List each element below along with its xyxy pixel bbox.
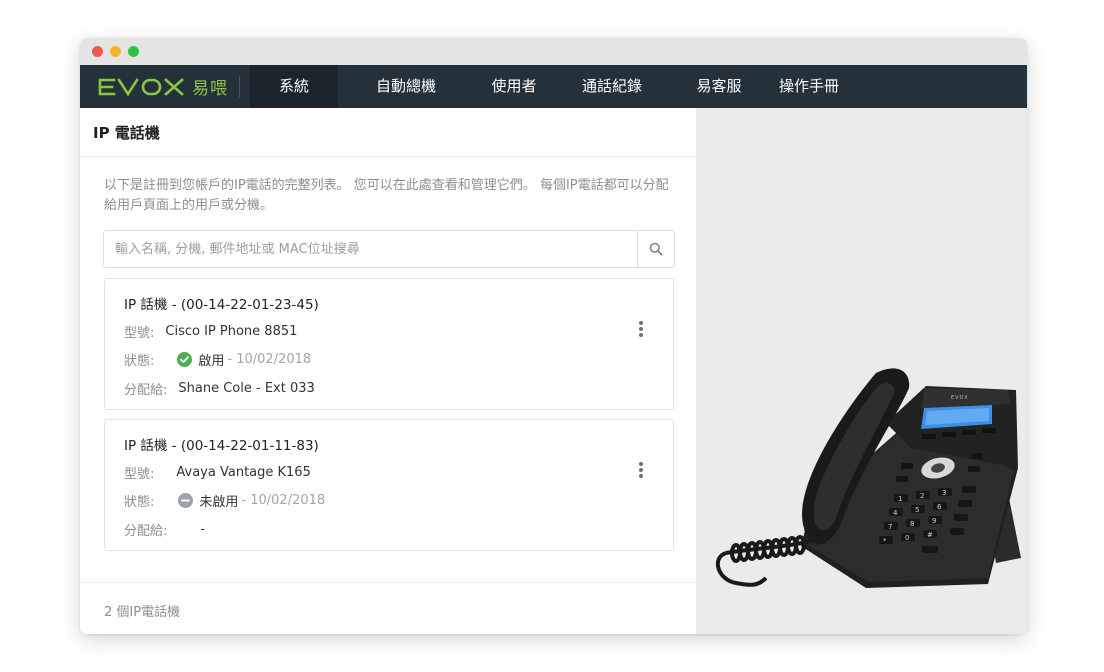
status-value: 未啟用 <box>199 495 239 510</box>
assigned-value: Shane Cole - Ext 033 <box>178 381 315 396</box>
keypad-key: 1 <box>898 495 902 503</box>
assigned-label: 分配給: <box>124 383 168 398</box>
footer-divider <box>80 582 696 583</box>
search-input[interactable] <box>104 231 624 267</box>
keypad-key: 5 <box>915 506 919 514</box>
keypad-key: 4 <box>893 509 898 517</box>
minimize-window-button[interactable] <box>110 46 121 57</box>
page-description: 以下是註冊到您帳戶的IP電話的完整列表。 您可以在此處查看和管理它們。 每個IP… <box>104 178 669 213</box>
status-date: - 10/02/2018 <box>241 493 326 508</box>
nav-item-system[interactable]: 系統 <box>250 65 338 108</box>
phone-card-title: IP 話機 - (00-14-22-01-11-83) <box>124 438 319 454</box>
maximize-window-button[interactable] <box>128 46 139 57</box>
keypad-key: 3 <box>942 489 946 497</box>
keypad-key: 0 <box>905 534 909 542</box>
phone-card: IP 話機 - (00-14-22-01-23-45) 型號: Cisco IP… <box>104 278 674 410</box>
evox-wordmark-icon <box>98 77 184 96</box>
phone-preview-panel: EVOX 1 2 3 4 5 6 7 8 9 * 0 # <box>696 108 1027 634</box>
model-value: Cisco IP Phone 8851 <box>165 324 298 339</box>
phone-brand-text: EVOX <box>951 395 969 401</box>
title-divider <box>80 156 696 157</box>
assigned-label: 分配給: <box>124 524 168 539</box>
evox-logo[interactable]: 易喂 <box>98 65 248 108</box>
keypad-key: # <box>927 531 933 539</box>
more-options-icon[interactable] <box>639 321 643 337</box>
app-window: 易喂 系統 自動總機 使用者 通話紀錄 易客服 操作手冊 IP 電話機 以下是註… <box>80 38 1027 634</box>
model-label: 型號: <box>124 326 155 341</box>
phone-status-row: 狀態: 啟用 - 10/02/2018 <box>124 350 311 369</box>
phone-assigned-row: 分配給: Shane Cole - Ext 033 <box>124 379 315 398</box>
close-window-button[interactable] <box>92 46 103 57</box>
status-date: - 10/02/2018 <box>227 352 312 367</box>
phone-assigned-row: 分配給: - <box>124 520 205 539</box>
status-label: 狀態: <box>124 354 155 369</box>
assigned-value: - <box>200 522 206 537</box>
minus-circle-icon <box>178 493 194 508</box>
model-label: 型號: <box>124 467 155 482</box>
nav-item-users[interactable]: 使用者 <box>480 65 548 108</box>
search-box <box>103 230 675 268</box>
logo-separator <box>239 76 240 97</box>
status-label: 狀態: <box>124 495 155 510</box>
keypad-key: 8 <box>910 520 914 528</box>
keypad-key: 9 <box>932 517 936 525</box>
check-circle-icon <box>177 352 193 367</box>
model-value: Avaya Vantage K165 <box>176 465 311 480</box>
nav-item-call-records[interactable]: 通話紀錄 <box>572 65 652 108</box>
keypad-key: 2 <box>920 492 924 500</box>
phone-card-title: IP 話機 - (00-14-22-01-23-45) <box>124 297 319 313</box>
ip-phone-image: EVOX 1 2 3 4 5 6 7 8 9 * 0 # <box>715 368 1021 588</box>
phone-count: 2 個IP電話機 <box>104 605 181 620</box>
keypad-key: * <box>883 537 887 545</box>
keypad-key: 6 <box>937 503 942 511</box>
logo-chinese-text: 易喂 <box>192 79 228 99</box>
window-titlebar <box>80 38 1027 65</box>
nav-item-manual[interactable]: 操作手冊 <box>769 65 849 108</box>
nav-item-customer-service[interactable]: 易客服 <box>685 65 753 108</box>
page-title: IP 電話機 <box>93 124 160 142</box>
phone-model-row: 型號: Cisco IP Phone 8851 <box>124 322 297 341</box>
nav-item-auto-attendant[interactable]: 自動總機 <box>366 65 446 108</box>
phone-status-row: 狀態: 未啟用 - 10/02/2018 <box>124 491 325 510</box>
status-value: 啟用 <box>198 354 225 369</box>
phone-model-row: 型號: Avaya Vantage K165 <box>124 463 311 482</box>
keypad-key: 7 <box>888 523 892 531</box>
search-button[interactable] <box>637 231 674 267</box>
top-navbar: 易喂 系統 自動總機 使用者 通話紀錄 易客服 操作手冊 <box>80 65 1027 108</box>
main-panel: IP 電話機 以下是註冊到您帳戶的IP電話的完整列表。 您可以在此處查看和管理它… <box>80 108 696 634</box>
phone-card: IP 話機 - (00-14-22-01-11-83) 型號: Avaya Va… <box>104 419 674 551</box>
search-icon <box>649 242 663 256</box>
more-options-icon[interactable] <box>639 462 643 478</box>
